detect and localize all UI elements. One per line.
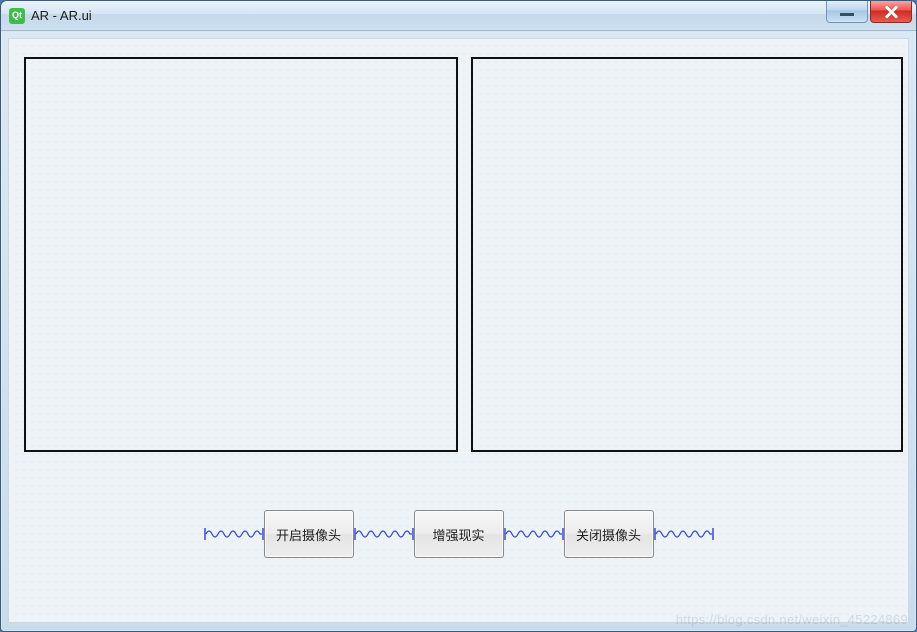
minimize-icon [840, 13, 854, 16]
button-row: 开启摄像头 增强现实 关闭摄像头 [9, 509, 908, 559]
window-controls [826, 1, 912, 23]
horizontal-spacer-icon [354, 527, 414, 541]
form-designer-area: 开启摄像头 增强现实 关闭摄像头 [8, 38, 909, 623]
horizontal-spacer-icon [654, 527, 714, 541]
close-camera-button[interactable]: 关闭摄像头 [564, 510, 654, 558]
qt-logo-icon: Qt [9, 8, 25, 24]
close-icon [884, 5, 898, 19]
horizontal-spacer-icon [504, 527, 564, 541]
window-title: AR - AR.ui [31, 8, 92, 23]
open-camera-button[interactable]: 开启摄像头 [264, 510, 354, 558]
close-button[interactable] [870, 1, 912, 23]
right-video-panel [471, 57, 903, 452]
minimize-button[interactable] [826, 1, 868, 23]
horizontal-spacer-icon [204, 527, 264, 541]
app-window: Qt AR - AR.ui 开启摄像头 [0, 0, 917, 632]
left-video-panel [24, 57, 458, 452]
augmented-reality-button[interactable]: 增强现实 [414, 510, 504, 558]
titlebar: Qt AR - AR.ui [1, 1, 916, 31]
